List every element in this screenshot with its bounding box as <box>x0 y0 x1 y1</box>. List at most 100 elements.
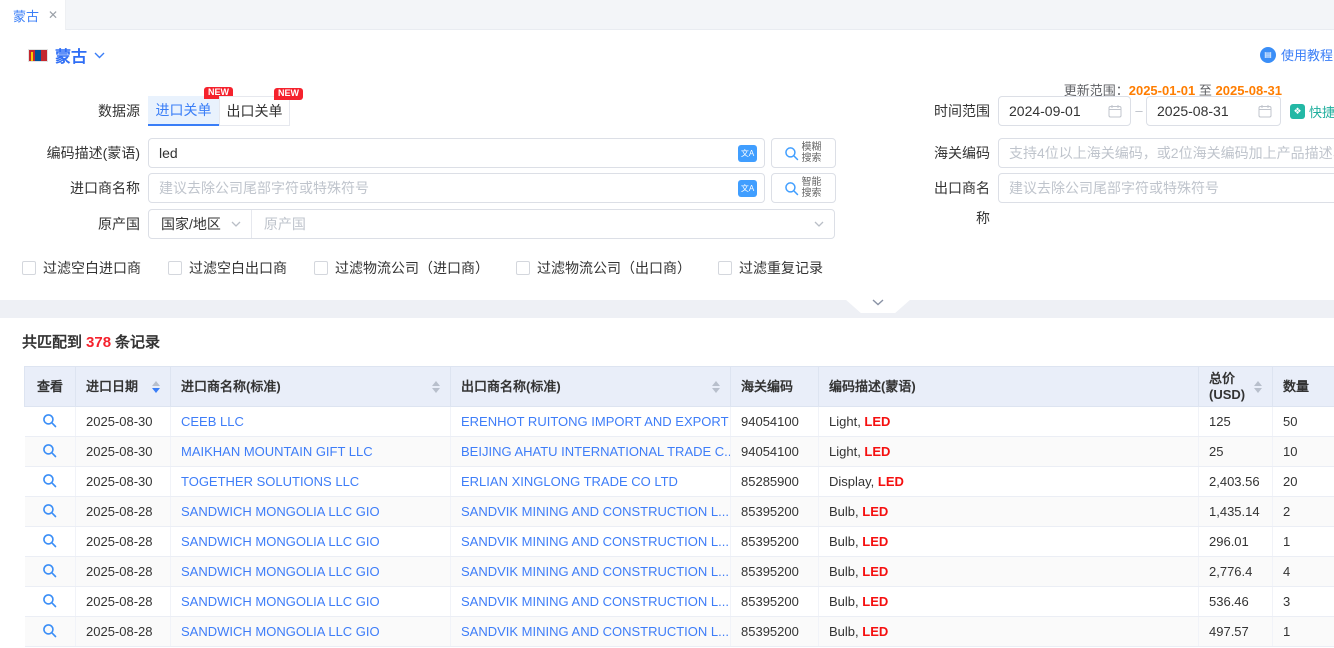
checkbox-box[interactable] <box>516 261 530 275</box>
col-import-date[interactable]: 进口日期 <box>76 367 171 407</box>
cell-total: 2,403.56 <box>1199 467 1273 497</box>
exporter-link[interactable]: ERLIAN XINGLONG TRADE CO LTD <box>461 474 678 489</box>
led-highlight: LED <box>862 594 888 609</box>
cell-hs-code: 85395200 <box>731 617 819 647</box>
section-divider <box>0 300 1334 318</box>
filter-checkbox[interactable]: 过滤物流公司（出口商） <box>516 258 691 278</box>
checkbox-box[interactable] <box>168 261 182 275</box>
importer-link[interactable]: SANDWICH MONGOLIA LLC GIO <box>181 504 380 519</box>
cell-exporter: SANDVIK MINING AND CONSTRUCTION L... <box>451 557 731 587</box>
view-record-button[interactable] <box>42 473 57 488</box>
exporter-link[interactable]: BEIJING AHATU INTERNATIONAL TRADE C... <box>461 444 731 459</box>
importer-link[interactable]: CEEB LLC <box>181 414 244 429</box>
browser-tab-mongolia[interactable]: 蒙古 ✕ <box>0 0 66 30</box>
col-exporter-name[interactable]: 出口商名称(标准) <box>451 367 731 407</box>
cell-quantity: 20 <box>1273 467 1334 497</box>
origin-type-select[interactable]: 国家/地区 <box>149 210 252 238</box>
smart-search-button[interactable]: 智能搜索 <box>771 173 836 203</box>
date-end-input[interactable]: 2025-08-31 <box>1146 96 1281 126</box>
code-desc-input[interactable] <box>149 139 764 167</box>
translate-icon[interactable]: 文A <box>738 180 757 197</box>
sort-icon[interactable] <box>1246 381 1262 393</box>
cell-importer: SANDWICH MONGOLIA LLC GIO <box>171 557 451 587</box>
exporter-link[interactable]: SANDVIK MINING AND CONSTRUCTION L... <box>461 564 729 579</box>
sort-icon[interactable] <box>144 381 160 393</box>
importer-link[interactable]: SANDWICH MONGOLIA LLC GIO <box>181 624 380 639</box>
view-record-button[interactable] <box>42 503 57 518</box>
cell-quantity: 3 <box>1273 587 1334 617</box>
importer-name-input[interactable] <box>149 174 764 202</box>
cell-view <box>25 557 76 587</box>
col-total-usd[interactable]: 总价 (USD) <box>1199 367 1273 407</box>
cell-hs-code: 85395200 <box>731 587 819 617</box>
checkbox-box[interactable] <box>22 261 36 275</box>
table-row: 2025-08-28 SANDWICH MONGOLIA LLC GIO SAN… <box>25 527 1334 557</box>
close-icon[interactable]: ✕ <box>48 8 58 22</box>
col-importer-name[interactable]: 进口商名称(标准) <box>171 367 451 407</box>
chevron-down-icon[interactable] <box>814 221 834 227</box>
filter-checkbox[interactable]: 过滤空白进口商 <box>22 258 141 278</box>
importer-link[interactable]: MAIKHAN MOUNTAIN GIFT LLC <box>181 444 373 459</box>
exporter-link[interactable]: ERENHOT RUITONG IMPORT AND EXPORT ... <box>461 414 731 429</box>
checkbox-box[interactable] <box>314 261 328 275</box>
importer-link[interactable]: SANDWICH MONGOLIA LLC GIO <box>181 564 380 579</box>
country-selector[interactable]: 蒙古 <box>28 43 105 67</box>
col-view: 查看 <box>25 367 76 407</box>
hs-code-input[interactable] <box>999 139 1334 167</box>
chevron-down-icon[interactable] <box>94 52 105 59</box>
sort-icon[interactable] <box>704 381 720 393</box>
magnifier-icon <box>42 473 57 488</box>
importer-link[interactable]: SANDWICH MONGOLIA LLC GIO <box>181 594 380 609</box>
date-start-input[interactable]: 2024-09-01 <box>998 96 1131 126</box>
magnifier-icon <box>42 413 57 428</box>
cell-total: 25 <box>1199 437 1273 467</box>
translate-icon[interactable]: 文A <box>738 145 757 162</box>
cell-import-date: 2025-08-28 <box>76 497 171 527</box>
importer-link[interactable]: TOGETHER SOLUTIONS LLC <box>181 474 359 489</box>
search-icon <box>784 181 799 196</box>
calendar-icon[interactable] <box>1258 104 1272 118</box>
filter-checkbox[interactable]: 过滤空白出口商 <box>168 258 287 278</box>
origin-input[interactable]: 原产国 <box>252 214 814 234</box>
data-source-tabs: 进口关单 NEW 出口关单 NEW <box>148 96 290 126</box>
cell-total: 296.01 <box>1199 527 1273 557</box>
calendar-icon[interactable] <box>1108 104 1122 118</box>
cell-exporter: SANDVIK MINING AND CONSTRUCTION L... <box>451 587 731 617</box>
col-code-desc: 编码描述(蒙语) <box>819 367 1199 407</box>
view-record-button[interactable] <box>42 533 57 548</box>
view-record-button[interactable] <box>42 413 57 428</box>
view-record-button[interactable] <box>42 623 57 638</box>
view-record-button[interactable] <box>42 443 57 458</box>
sort-icon[interactable] <box>424 381 440 393</box>
tab-import-declarations[interactable]: 进口关单 NEW <box>148 96 219 126</box>
exporter-name-label: 出口商名称 <box>926 173 990 233</box>
exporter-name-input[interactable] <box>999 174 1334 202</box>
view-record-button[interactable] <box>42 563 57 578</box>
led-highlight: LED <box>862 624 888 639</box>
cell-import-date: 2025-08-30 <box>76 407 171 437</box>
cell-total: 1,435.14 <box>1199 497 1273 527</box>
tutorial-link[interactable]: ▤ 使用教程 <box>1260 45 1333 64</box>
quick-select-button[interactable]: ❖ 快捷 <box>1290 96 1334 126</box>
fuzzy-search-button[interactable]: 模糊搜索 <box>771 138 836 168</box>
exporter-link[interactable]: SANDVIK MINING AND CONSTRUCTION L... <box>461 624 729 639</box>
cell-view <box>25 527 76 557</box>
cell-importer: SANDWICH MONGOLIA LLC GIO <box>171 587 451 617</box>
view-record-button[interactable] <box>42 593 57 608</box>
date-range-separator: – <box>1133 96 1145 126</box>
tab-export-declarations[interactable]: 出口关单 NEW <box>219 96 290 126</box>
cell-import-date: 2025-08-28 <box>76 557 171 587</box>
table-row: 2025-08-28 SANDWICH MONGOLIA LLC GIO SAN… <box>25 497 1334 527</box>
exporter-link[interactable]: SANDVIK MINING AND CONSTRUCTION L... <box>461 594 729 609</box>
cell-code-desc: Light, LED <box>819 437 1199 467</box>
importer-link[interactable]: SANDWICH MONGOLIA LLC GIO <box>181 534 380 549</box>
checkbox-box[interactable] <box>718 261 732 275</box>
cell-quantity: 1 <box>1273 527 1334 557</box>
filter-checkbox[interactable]: 过滤重复记录 <box>718 258 823 278</box>
led-highlight: LED <box>862 504 888 519</box>
cell-import-date: 2025-08-28 <box>76 587 171 617</box>
exporter-link[interactable]: SANDVIK MINING AND CONSTRUCTION L... <box>461 534 729 549</box>
filter-checkbox[interactable]: 过滤物流公司（进口商） <box>314 258 489 278</box>
exporter-link[interactable]: SANDVIK MINING AND CONSTRUCTION L... <box>461 504 729 519</box>
cell-importer: SANDWICH MONGOLIA LLC GIO <box>171 617 451 647</box>
